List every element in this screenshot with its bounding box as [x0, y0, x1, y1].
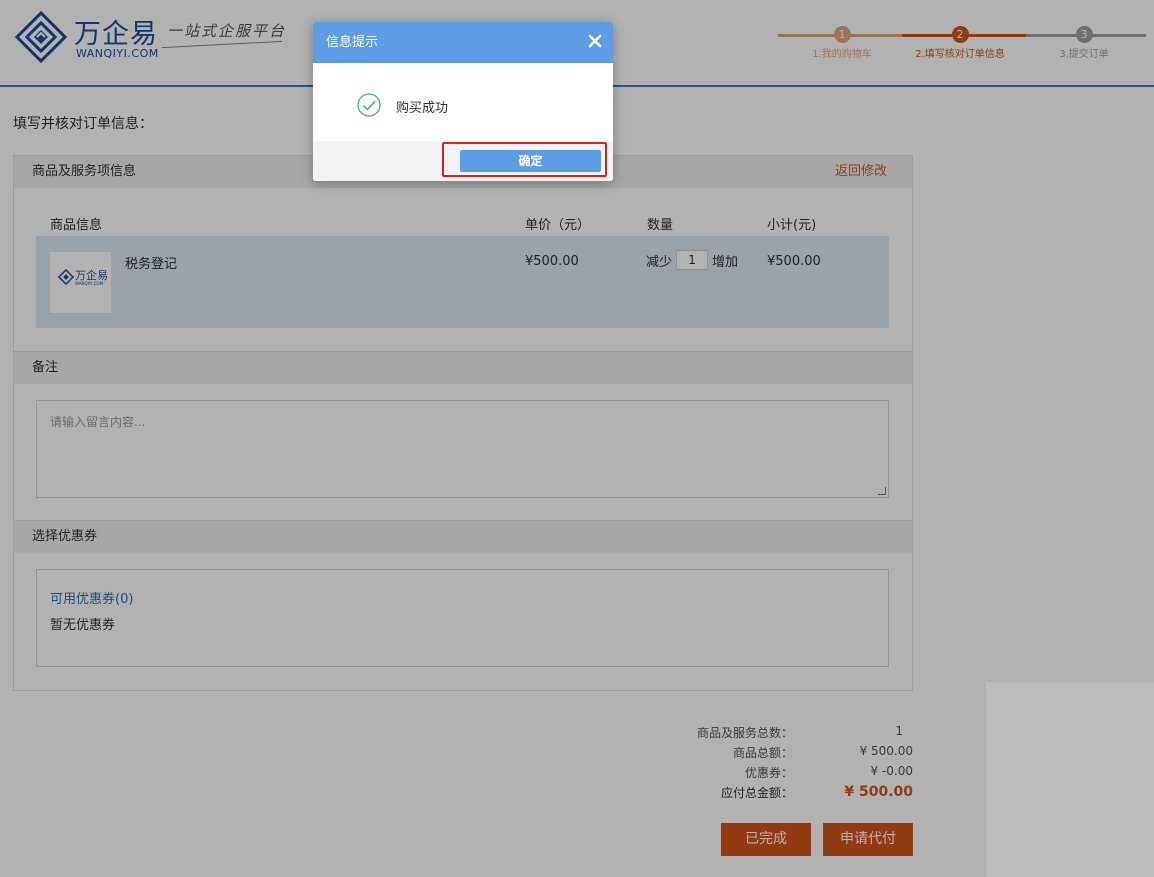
success-check-icon: [357, 93, 381, 117]
confirm-highlight-box: [442, 142, 607, 177]
dialog-body: 购买成功: [313, 63, 613, 141]
side-panel-block: [986, 682, 1154, 877]
dialog-header: 信息提示: [313, 22, 613, 63]
dialog-message: 购买成功: [396, 101, 449, 116]
close-icon[interactable]: [587, 33, 603, 49]
dialog-title: 信息提示: [326, 35, 379, 50]
